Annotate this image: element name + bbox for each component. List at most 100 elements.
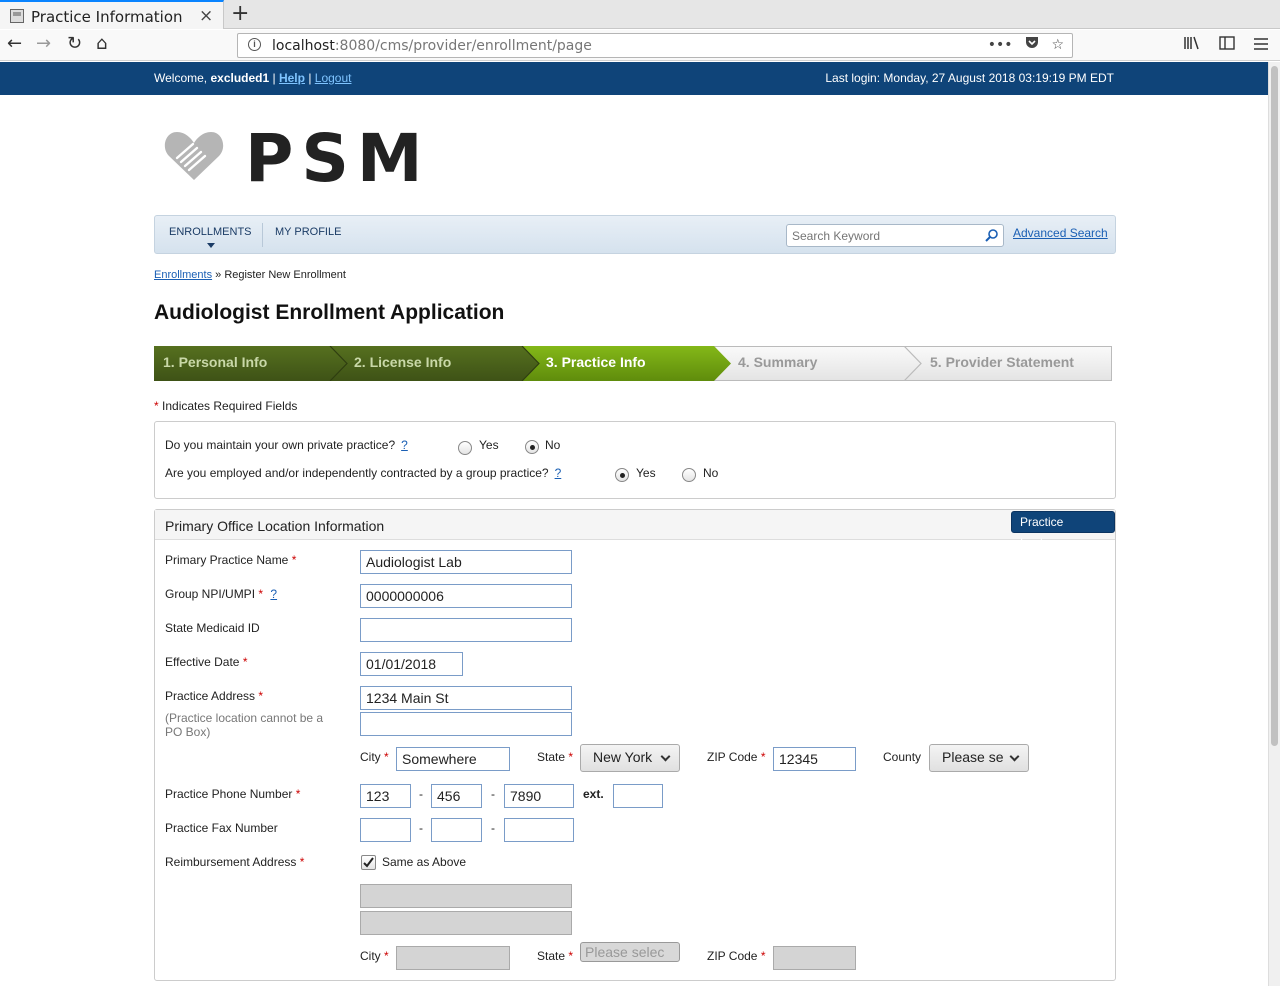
library-icon[interactable] [1184,36,1205,54]
phone-line-input[interactable]: 7890 [504,784,574,808]
dash: - [491,787,495,801]
group-practice-help-link[interactable]: ? [555,466,562,480]
browser-tab[interactable]: Practice Information × [0,0,224,29]
phone-prefix-input[interactable]: 456 [431,784,482,808]
required-star: * [568,949,574,963]
panel-title: Primary Office Location Information [165,518,385,534]
private-practice-no-radio[interactable] [525,440,539,454]
zip-input[interactable]: 12345 [773,747,856,771]
forward-icon[interactable]: → [36,33,51,54]
group-practice-no-radio[interactable] [682,468,696,482]
close-tab-icon[interactable]: × [199,6,213,26]
address-line1-input[interactable]: 1234 Main St [360,686,572,710]
required-star: * [384,949,389,963]
group-npi-help-link[interactable]: ? [270,587,277,601]
browser-tab-bar: Practice Information × + [0,0,1280,29]
fax-line-input[interactable] [504,818,574,842]
page-actions-icon[interactable]: ••• [988,37,1013,53]
fax-prefix-input[interactable] [431,818,482,842]
group-practice-yes-radio[interactable] [615,468,629,482]
group-npi-label: Group NPI/UMPI * ? [165,587,277,601]
page-favicon-icon [10,9,24,23]
welcome-prefix: Welcome, [154,71,211,85]
site-info-icon[interactable]: i [248,38,261,51]
city-input[interactable]: Somewhere [396,747,510,771]
page-scrollbar[interactable] [1268,62,1280,986]
phone-label: Practice Phone Number * [165,787,300,801]
search-icon[interactable] [985,229,998,242]
phone-area-input[interactable]: 123 [360,784,411,808]
required-star: * [568,750,574,764]
practice-questions: Do you maintain your own private practic… [154,421,1116,499]
psm-logo[interactable]: PSM [163,120,423,197]
city-label: City * [360,750,389,764]
home-icon[interactable]: ⌂ [96,33,107,54]
medicaid-id-input[interactable] [360,618,572,642]
same-as-above-checkbox[interactable] [361,855,376,870]
last-login-text: Last login: Monday, 27 August 2018 03:19… [825,71,1114,85]
practice-address-label: Practice Address * [165,689,263,703]
browser-toolbar: ← → ↻ ⌂ i localhost:8080/cms/provider/en… [0,30,1280,61]
menu-my-profile[interactable]: MY PROFILE [275,226,341,238]
hands-heart-icon [164,132,224,180]
separator: | [304,71,315,85]
new-tab-icon[interactable]: + [231,1,249,26]
pocket-icon[interactable] [1025,37,1043,53]
label-text: Practice Address [165,689,256,703]
step-license-info[interactable]: 2. License Info [345,346,521,381]
breadcrumb-separator: » [212,269,225,281]
dash: - [419,787,423,801]
search-box[interactable] [786,224,1004,247]
required-star: * [291,553,297,567]
required-note-text: Indicates Required Fields [158,399,298,413]
progress-steps: 1. Personal Info 2. License Info 3. Prac… [154,346,1112,381]
practice-name-input[interactable]: Audiologist Lab [360,550,572,574]
label-text: Practice Phone Number [165,787,293,801]
phone-ext-input[interactable] [613,784,663,808]
step-practice-info[interactable]: 3. Practice Info [537,346,713,381]
state-select[interactable]: New York [580,744,680,772]
scrollbar-thumb[interactable] [1271,66,1278,746]
menu-enrollments[interactable]: ENROLLMENTS [169,226,252,238]
address-line2-input[interactable] [360,712,572,736]
group-npi-input[interactable]: 0000000006 [360,584,572,608]
reload-icon[interactable]: ↻ [67,33,82,54]
county-select[interactable]: Please se [929,744,1029,772]
reimb-zip-label: ZIP Code * [707,949,766,963]
bookmark-star-icon[interactable]: ☆ [1051,37,1064,53]
practice-name-label: Primary Practice Name * [165,553,296,567]
radio-label: No [545,438,561,452]
step-personal-info[interactable]: 1. Personal Info [154,346,330,381]
required-star: * [299,855,305,869]
county-value: Please se [942,749,1004,765]
same-as-above-label: Same as Above [382,855,467,869]
checkmark-icon [363,857,374,868]
fax-area-input[interactable] [360,818,411,842]
advanced-search-link[interactable]: Advanced Search [1013,226,1108,240]
label-text: ZIP Code [707,949,758,963]
question-text: Do you maintain your own private practic… [165,438,396,452]
chevron-down-icon [1009,751,1020,762]
reimb-address-line2-input [360,911,572,935]
effective-date-label: Effective Date * [165,655,248,669]
state-label: State * [537,750,573,764]
menu-icon[interactable] [1254,36,1268,54]
logout-link[interactable]: Logout [315,71,352,85]
private-practice-yes-radio[interactable] [458,441,472,455]
reimbursement-label: Reimbursement Address * [165,855,304,869]
breadcrumb-enrollments[interactable]: Enrollments [154,269,212,281]
help-link[interactable]: Help [279,71,305,85]
practice-lookup-button[interactable]: Practice Lookup [1011,511,1115,550]
search-input[interactable] [792,229,972,243]
url-bar[interactable]: i localhost:8080/cms/provider/enrollment… [237,33,1073,58]
back-icon[interactable]: ← [7,33,22,54]
label-text: City [360,750,381,764]
label-text: Reimbursement Address [165,855,297,869]
label-text: City [360,949,381,963]
sidebar-icon[interactable] [1219,36,1240,54]
effective-date-input[interactable]: 01/01/2018 [360,652,463,676]
private-practice-help-link[interactable]: ? [401,438,408,452]
required-star: * [242,655,248,669]
url-text[interactable]: localhost:8080/cms/provider/enrollment/p… [272,38,592,54]
reimb-state-select: Please selec [580,942,680,962]
